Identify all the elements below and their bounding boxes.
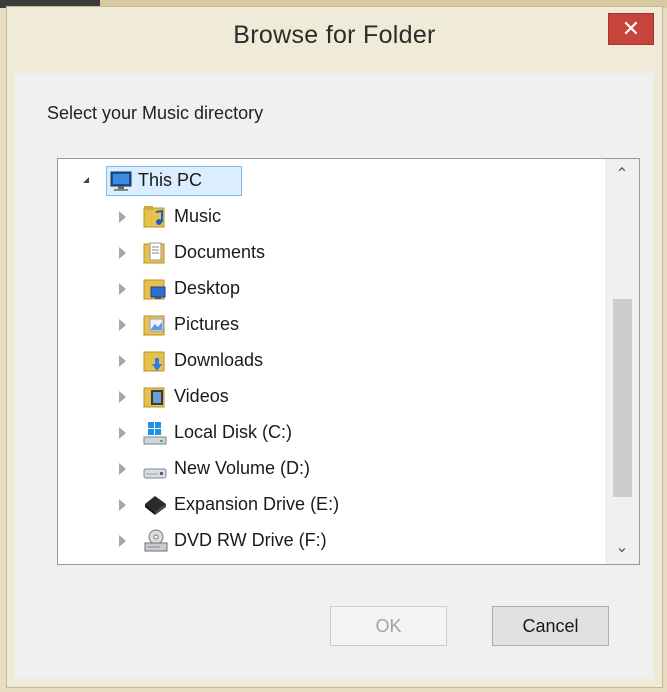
downloads-folder-icon bbox=[143, 351, 165, 372]
title-bar: Browse for Folder ✕ bbox=[7, 7, 662, 73]
this-pc-icon bbox=[110, 171, 132, 191]
system-drive-icon bbox=[143, 422, 167, 445]
tree-item-label: Music bbox=[174, 206, 222, 226]
vertical-scrollbar[interactable]: ⌃ ⌄ bbox=[605, 159, 639, 564]
tree-item-label: Desktop bbox=[174, 278, 241, 298]
documents-folder-icon bbox=[143, 242, 165, 264]
expand-arrow-icon[interactable] bbox=[119, 355, 126, 367]
ok-button[interactable]: OK bbox=[330, 606, 447, 646]
scroll-thumb[interactable] bbox=[613, 299, 632, 497]
folder-tree[interactable]: This PC Music Documents Desktop Pictures… bbox=[57, 158, 640, 565]
tree-item-label: Local Disk (C:) bbox=[174, 422, 293, 442]
browse-for-folder-dialog: Browse for Folder ✕ Select your Music di… bbox=[6, 6, 663, 688]
expand-arrow-icon[interactable] bbox=[119, 427, 126, 439]
hard-drive-icon bbox=[143, 468, 167, 479]
external-drive-icon bbox=[145, 496, 166, 515]
tree-item-label: Expansion Drive (E:) bbox=[174, 494, 340, 514]
dvd-drive-icon bbox=[144, 529, 168, 552]
tree-item-music[interactable]: Music bbox=[58, 202, 606, 232]
expand-arrow-icon[interactable] bbox=[119, 391, 126, 403]
tree-item-this-pc[interactable]: This PC bbox=[58, 166, 606, 196]
expand-arrow-icon[interactable] bbox=[119, 463, 126, 475]
expand-arrow-icon[interactable] bbox=[119, 319, 126, 331]
tree-item-label: This PC bbox=[138, 170, 203, 190]
expand-arrow-icon[interactable] bbox=[119, 283, 126, 295]
tree-item-label: Downloads bbox=[174, 350, 264, 370]
tree-item-label: Videos bbox=[174, 386, 229, 406]
tree-item-documents[interactable]: Documents bbox=[58, 238, 606, 268]
chevron-down-icon: ⌄ bbox=[615, 539, 629, 556]
tree-item-videos[interactable]: Videos bbox=[58, 382, 606, 412]
chevron-up-icon: ⌃ bbox=[615, 166, 629, 183]
close-button[interactable]: ✕ bbox=[608, 13, 654, 45]
tree-item-local-disk-c[interactable]: Local Disk (C:) bbox=[58, 418, 606, 448]
tree-item-downloads[interactable]: Downloads bbox=[58, 346, 606, 376]
cancel-button[interactable]: Cancel bbox=[492, 606, 609, 646]
prompt-text: Select your Music directory bbox=[47, 103, 264, 123]
close-icon: ✕ bbox=[621, 16, 641, 41]
expand-arrow-icon[interactable] bbox=[119, 211, 126, 223]
videos-folder-icon bbox=[143, 387, 165, 408]
scroll-down-button[interactable]: ⌄ bbox=[605, 532, 639, 564]
collapse-arrow-icon[interactable] bbox=[83, 177, 89, 183]
tree-item-label: New Volume (D:) bbox=[174, 458, 311, 478]
dialog-title: Browse for Folder bbox=[233, 21, 436, 49]
desktop-folder-icon bbox=[143, 279, 166, 300]
tree-item-new-volume-d[interactable]: New Volume (D:) bbox=[58, 454, 606, 484]
expand-arrow-icon[interactable] bbox=[119, 535, 126, 547]
scroll-up-button[interactable]: ⌃ bbox=[605, 159, 639, 191]
tree-item-label: Documents bbox=[174, 242, 266, 262]
tree-item-dvd-rw-drive-f[interactable]: DVD RW Drive (F:) bbox=[58, 526, 606, 556]
music-folder-icon bbox=[143, 206, 165, 228]
dialog-body: Select your Music directory This PC Musi… bbox=[15, 73, 653, 679]
expand-arrow-icon[interactable] bbox=[119, 499, 126, 511]
pictures-folder-icon bbox=[143, 315, 165, 336]
tree-item-label: Pictures bbox=[174, 314, 240, 334]
tree-item-pictures[interactable]: Pictures bbox=[58, 310, 606, 340]
tree-item-label: DVD RW Drive (F:) bbox=[174, 530, 327, 550]
expand-arrow-icon[interactable] bbox=[119, 247, 126, 259]
tree-item-expansion-drive-e[interactable]: Expansion Drive (E:) bbox=[58, 490, 606, 520]
tree-item-desktop[interactable]: Desktop bbox=[58, 274, 606, 304]
